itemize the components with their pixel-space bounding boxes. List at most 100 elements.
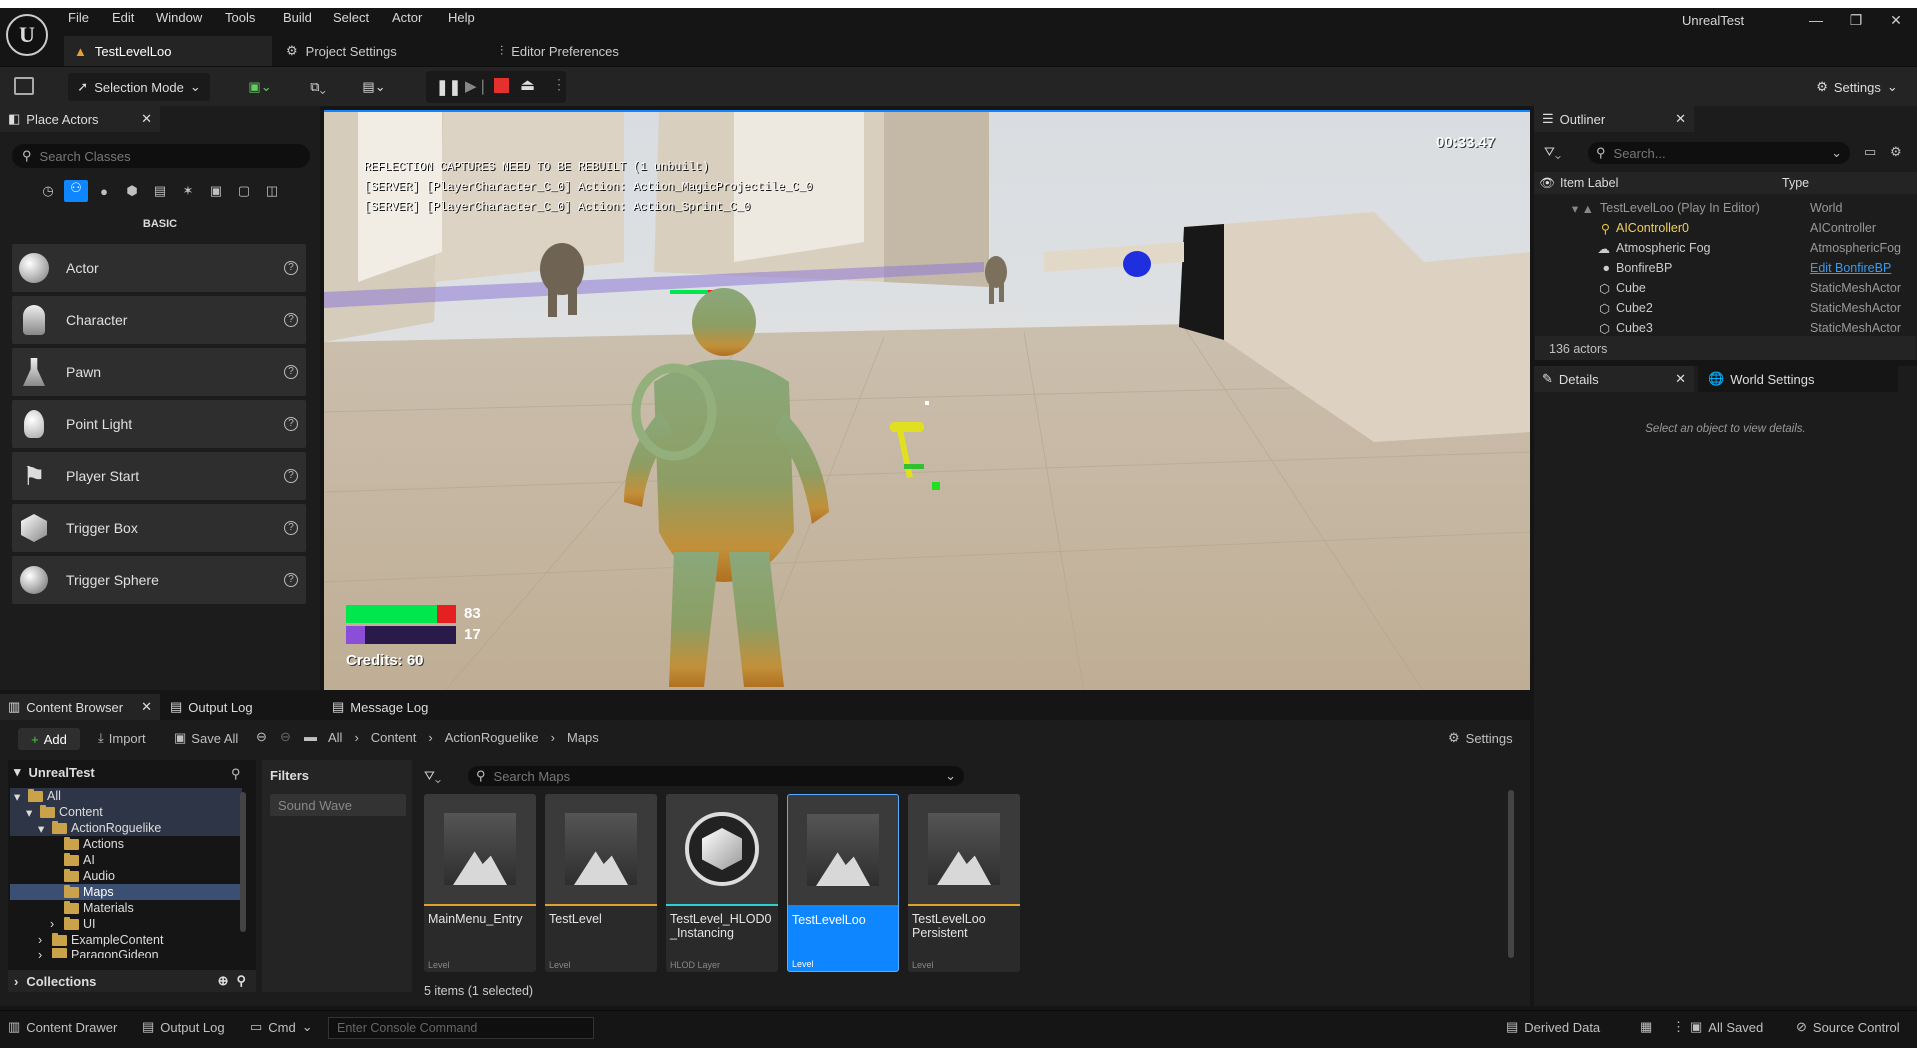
asset-tile-selected[interactable]: TestLevelLoo Level <box>787 794 899 972</box>
actor-item-pawn[interactable]: Pawn ? <box>12 348 306 396</box>
col-item-label[interactable]: Item Label <box>1560 176 1770 190</box>
help-icon[interactable]: ? <box>284 261 298 275</box>
cinematics-button[interactable]: ▤⌄ <box>354 73 394 101</box>
search-icon[interactable]: ⚲ <box>236 973 246 989</box>
table-row[interactable]: ☁ Atmospheric Fog AtmosphericFog <box>1534 238 1910 258</box>
shapes-icon[interactable]: ⬢ <box>120 183 144 199</box>
actor-item-player-start[interactable]: ⚑ Player Start ? <box>12 452 306 500</box>
message-log-tab[interactable]: ▤ Message Log <box>332 694 429 720</box>
visual-effects-icon[interactable]: ✶ <box>176 183 200 199</box>
table-row[interactable]: ⬡ Cube2 StaticMeshActor <box>1534 298 1910 318</box>
actor-item-point-light[interactable]: Point Light ? <box>12 400 306 448</box>
table-row[interactable]: ● BonfireBP Edit BonfireBP <box>1534 258 1910 278</box>
eye-icon[interactable]: 👁 <box>1534 176 1560 191</box>
table-row[interactable]: ⚲ AIController0 AIController <box>1534 218 1910 238</box>
eject-icon[interactable]: ⏏ <box>520 75 535 95</box>
close-icon[interactable]: ✕ <box>141 699 152 715</box>
all-classes-icon[interactable]: ▢ <box>232 183 256 199</box>
toolbar-settings-button[interactable]: ⚙ Settings ⌄ <box>1810 73 1904 101</box>
tree-item-content[interactable]: ▾ Content <box>10 804 242 820</box>
actor-item-actor[interactable]: Actor ? <box>12 244 306 292</box>
import-button[interactable]: ⤓ Import <box>98 730 146 746</box>
collections-header[interactable]: › Collections ⊕ ⚲ <box>8 970 256 992</box>
world-settings-tab[interactable]: 🌐 World Settings <box>1698 366 1898 392</box>
more-options-icon[interactable]: ⋮ <box>1672 1019 1685 1035</box>
back-icon[interactable]: ⊖ <box>256 729 267 745</box>
derived-data-button[interactable]: ▤ Derived Data <box>1506 1019 1600 1035</box>
recent-icon[interactable]: ◷ <box>36 183 60 199</box>
menu-edit[interactable]: Edit <box>112 10 134 30</box>
tree-item-audio[interactable]: Audio <box>10 868 242 884</box>
menu-build[interactable]: Build <box>283 10 312 30</box>
actor-item-character[interactable]: Character ? <box>12 296 306 344</box>
add-button[interactable]: + Add <box>18 728 80 750</box>
save-icon[interactable] <box>14 77 34 95</box>
help-icon[interactable]: ? <box>284 417 298 431</box>
filter-icon[interactable]: ⛛⌄ <box>424 768 441 784</box>
asset-search[interactable]: ⚲ Search Maps ⌄ <box>468 766 964 786</box>
tree-item-maps[interactable]: Maps <box>10 884 242 900</box>
details-tab[interactable]: ✎ Details ✕ <box>1534 366 1694 392</box>
pause-icon[interactable]: ❚❚ <box>436 78 461 96</box>
tree-item-ai[interactable]: AI <box>10 852 242 868</box>
table-row[interactable]: ⬡ Cube3 StaticMeshActor <box>1534 318 1910 336</box>
tree-scrollbar[interactable] <box>240 792 246 932</box>
gear-icon[interactable]: ⚙ <box>1890 144 1902 160</box>
stop-icon[interactable] <box>494 78 509 93</box>
table-row[interactable]: ▾ ▲ TestLevelLoo (Play In Editor) World <box>1534 198 1910 218</box>
menu-file[interactable]: File <box>68 10 89 30</box>
blueprint-button[interactable]: ⧉⌄ <box>298 73 338 101</box>
tree-item-ui[interactable]: › UI <box>10 916 242 932</box>
help-icon[interactable]: ? <box>284 573 298 587</box>
help-icon[interactable]: ? <box>284 313 298 327</box>
all-saved-button[interactable]: ▣ All Saved <box>1690 1019 1763 1035</box>
menu-actor[interactable]: Actor <box>392 10 422 30</box>
unreal-logo-icon[interactable]: U <box>6 14 48 56</box>
output-log-tab[interactable]: ▤ Output Log <box>170 694 253 720</box>
crumb-all[interactable]: All <box>328 730 342 745</box>
asset-tile[interactable]: TestLevel_HLOD0_Instancing HLOD Layer <box>666 794 778 972</box>
help-icon[interactable]: ? <box>284 469 298 483</box>
status-output-log-button[interactable]: ▤ Output Log <box>142 1019 225 1035</box>
source-control-button[interactable]: ⊘ Source Control <box>1796 1019 1900 1035</box>
cmd-dropdown[interactable]: ▭ Cmd ⌄ <box>250 1019 313 1035</box>
close-icon[interactable]: ✕ <box>1675 111 1686 127</box>
step-icon[interactable]: ▶❘ <box>465 77 489 95</box>
menu-tools[interactable]: Tools <box>225 10 255 30</box>
help-icon[interactable]: ? <box>284 521 298 535</box>
col-type[interactable]: Type <box>1782 176 1809 190</box>
tree-item-paragongideon[interactable]: › ParagonGideon <box>10 948 242 958</box>
tree-item-examplecontent[interactable]: › ExampleContent <box>10 932 242 948</box>
lights-icon[interactable]: ● <box>92 184 116 199</box>
menu-window[interactable]: Window <box>156 10 202 30</box>
tree-item-materials[interactable]: Materials <box>10 900 242 916</box>
close-icon[interactable]: ✕ <box>141 111 152 127</box>
outliner-search[interactable]: ⚲ Search... ⌄ <box>1588 142 1850 164</box>
menu-select[interactable]: Select <box>333 10 369 30</box>
selection-mode-button[interactable]: ➚ Selection Mode ⌄ <box>68 73 210 101</box>
crumb-maps[interactable]: Maps <box>567 730 599 745</box>
menu-help[interactable]: Help <box>448 10 475 30</box>
forward-icon[interactable]: ⊖ <box>280 729 291 745</box>
browser-settings-button[interactable]: ⚙ Settings <box>1448 730 1513 746</box>
help-icon[interactable]: ? <box>284 365 298 379</box>
tab-editor-preferences[interactable]: ⫶ Editor Preferences <box>490 36 629 66</box>
add-collection-icon[interactable]: ⊕ <box>218 973 229 989</box>
restore-icon[interactable]: ❐ <box>1841 12 1871 34</box>
minimize-icon[interactable]: — <box>1801 12 1831 34</box>
asset-tile[interactable]: TestLevel Level <box>545 794 657 972</box>
tab-project-settings[interactable]: ⚙ Project Settings <box>276 36 407 66</box>
crumb-actionroguelike[interactable]: ActionRoguelike <box>445 730 539 745</box>
actor-item-trigger-sphere[interactable]: Trigger Sphere ? <box>12 556 306 604</box>
tree-item-actions[interactable]: Actions <box>10 836 242 852</box>
actor-item-trigger-box[interactable]: Trigger Box ? <box>12 504 306 552</box>
close-icon[interactable]: ✕ <box>1675 371 1686 387</box>
asset-tile[interactable]: TestLevelLoo Persistent Level <box>908 794 1020 972</box>
outliner-search-input[interactable]: Search... <box>1614 146 1666 161</box>
console-command-input[interactable]: Enter Console Command <box>328 1017 594 1039</box>
table-row[interactable]: ⬡ Cube StaticMeshActor <box>1534 278 1910 298</box>
save-all-button[interactable]: ▣ Save All <box>174 730 238 746</box>
filter-chip[interactable]: Sound Wave <box>270 794 406 816</box>
tree-item-all[interactable]: ▾ All <box>10 788 242 804</box>
add-actor-button[interactable]: ▣⌄ <box>240 73 280 101</box>
